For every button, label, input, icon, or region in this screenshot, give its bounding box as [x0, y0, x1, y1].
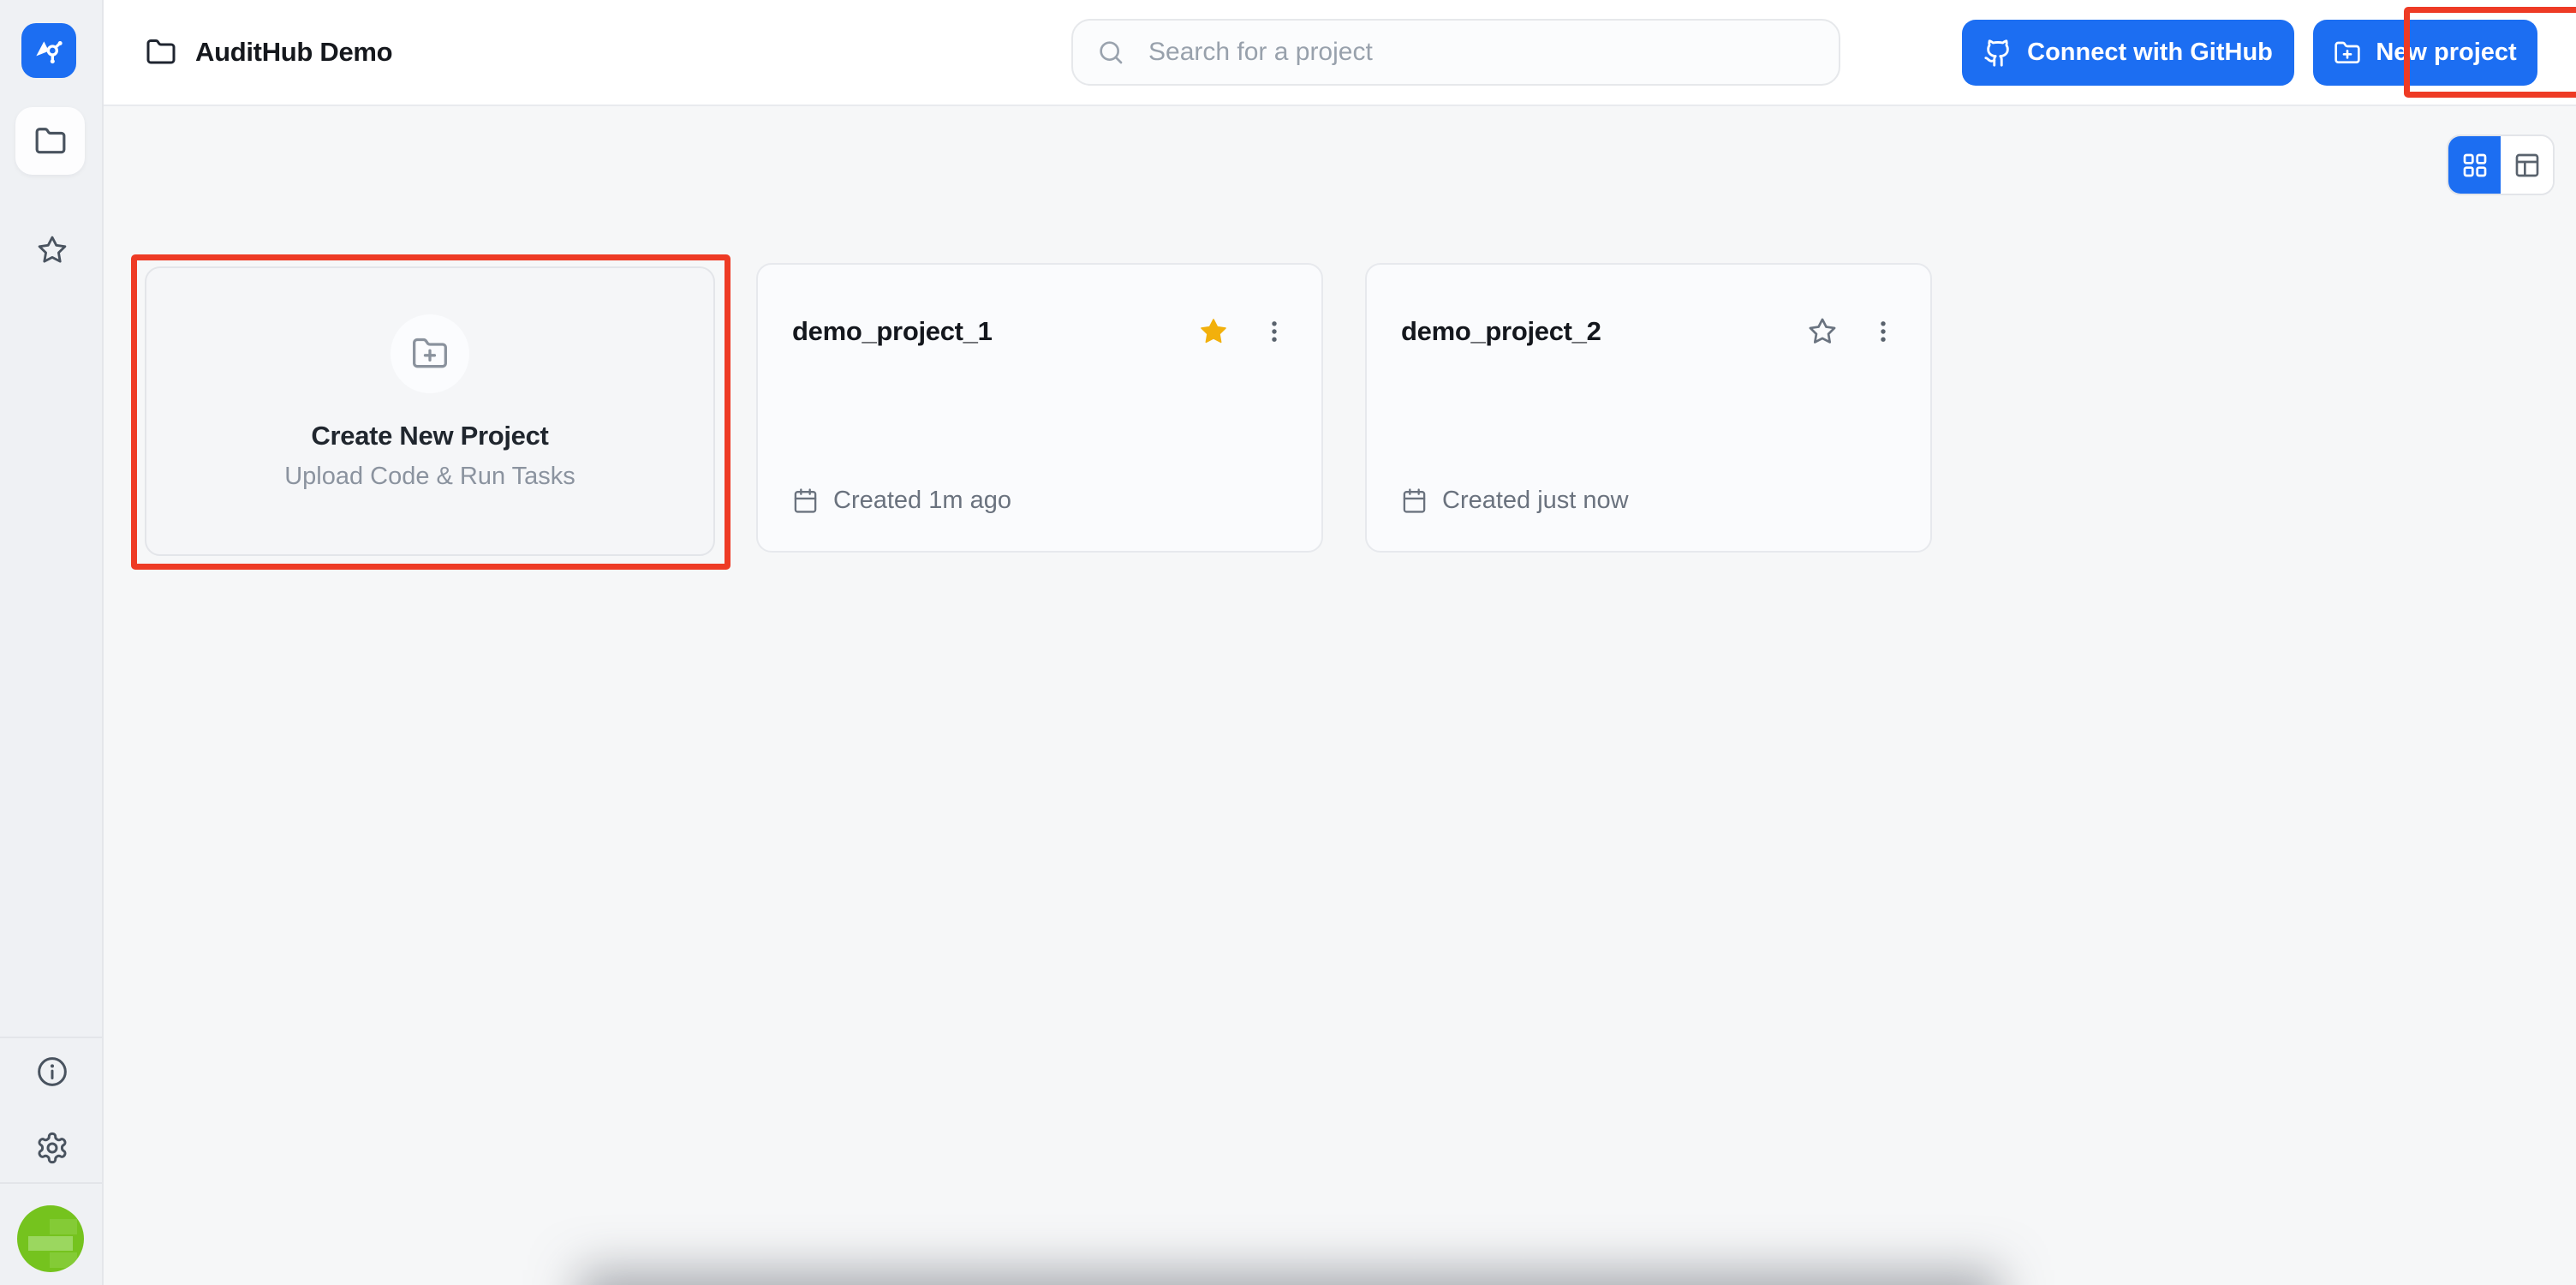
sidebar-divider [0, 1037, 102, 1038]
grid-icon [2461, 152, 2489, 179]
project-card[interactable]: demo_project_1 [756, 263, 1323, 553]
folder-plus-icon [2334, 39, 2361, 67]
kebab-menu-icon [1260, 317, 1289, 346]
project-name: demo_project_2 [1401, 316, 1601, 347]
sidebar-item-favorites[interactable] [0, 231, 104, 269]
card-menu-button[interactable] [1256, 314, 1292, 350]
star-icon [36, 234, 69, 266]
favorite-toggle[interactable] [1195, 313, 1232, 350]
top-bar: AuditHub Demo Connect with GitHub [104, 0, 2576, 106]
star-icon [1807, 316, 1838, 347]
search-box [1071, 19, 1840, 86]
create-new-project-card[interactable]: Create New Project Upload Code & Run Tas… [145, 266, 715, 556]
page-title: AuditHub Demo [195, 37, 392, 68]
folder-plus-circle [391, 314, 469, 393]
create-card-subtitle: Upload Code & Run Tasks [146, 463, 713, 491]
sidebar-divider [0, 1182, 102, 1184]
sidebar-item-projects[interactable] [15, 107, 85, 175]
kebab-menu-icon [1869, 317, 1898, 346]
calendar-icon [792, 487, 819, 514]
view-toggle [2447, 134, 2555, 195]
search-input[interactable] [1071, 19, 1840, 86]
star-filled-icon [1198, 316, 1229, 347]
sidebar-item-info[interactable] [0, 1053, 104, 1091]
table-view-button[interactable] [2501, 136, 2553, 194]
project-created-label: Created just now [1442, 487, 1629, 515]
audithub-logo-icon [32, 33, 66, 68]
project-card[interactable]: demo_project_2 [1365, 263, 1932, 553]
create-card-title: Create New Project [146, 421, 713, 451]
card-menu-button[interactable] [1865, 314, 1901, 350]
user-avatar[interactable] [17, 1205, 84, 1272]
calendar-icon [1401, 487, 1428, 514]
app-window: AuditHub Demo Connect with GitHub [0, 0, 2576, 1285]
table-icon [2513, 152, 2541, 179]
sidebar-item-settings[interactable] [0, 1129, 104, 1167]
connect-github-button[interactable]: Connect with GitHub [1962, 20, 2294, 86]
app-logo[interactable] [21, 23, 76, 78]
project-name: demo_project_1 [792, 316, 993, 347]
connect-github-label: Connect with GitHub [2027, 39, 2273, 67]
project-created-label: Created 1m ago [833, 487, 1011, 515]
new-project-button[interactable]: New project [2313, 20, 2537, 86]
new-project-label: New project [2376, 39, 2516, 67]
folder-plus-icon [411, 335, 449, 373]
sidebar [0, 0, 104, 1285]
favorite-toggle[interactable] [1804, 313, 1841, 350]
folder-icon [34, 125, 67, 158]
gear-icon [35, 1131, 69, 1165]
grid-view-button[interactable] [2448, 136, 2501, 194]
info-icon [35, 1055, 69, 1089]
breadcrumb: AuditHub Demo [146, 0, 392, 105]
github-icon [1983, 39, 2012, 68]
folder-icon [146, 37, 176, 68]
